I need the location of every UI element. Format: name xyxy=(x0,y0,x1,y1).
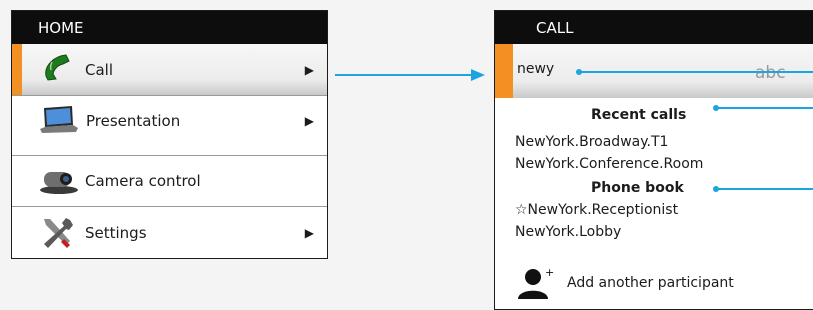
camera-icon xyxy=(38,166,80,200)
menu-item-camera-control[interactable]: Camera control xyxy=(12,156,327,206)
phonebook-entry[interactable]: ☆NewYork.Receptionist xyxy=(515,202,678,218)
add-participant-button[interactable]: + Add another participant xyxy=(515,266,795,302)
menu-label-camera-control: Camera control xyxy=(85,172,201,190)
selection-accent xyxy=(495,44,513,98)
svg-text:+: + xyxy=(545,266,554,279)
call-panel: CALL newy abc Recent calls NewYork.Broad… xyxy=(494,10,813,310)
call-title: CALL xyxy=(536,18,574,37)
call-header: CALL xyxy=(495,11,813,44)
home-header: HOME xyxy=(12,11,327,44)
menu-label-settings: Settings xyxy=(85,224,147,242)
recent-call-item[interactable]: NewYork.Broadway.T1 xyxy=(515,134,668,150)
submenu-arrow-icon: ▶ xyxy=(304,62,314,77)
menu-label-presentation: Presentation xyxy=(86,112,181,130)
callout-line xyxy=(716,107,813,109)
callout-line xyxy=(716,188,813,190)
phone-book-heading: Phone book xyxy=(591,180,684,196)
tools-icon xyxy=(40,217,74,253)
search-input[interactable]: newy xyxy=(517,61,554,77)
add-person-icon: + xyxy=(515,266,555,306)
submenu-arrow-icon: ▶ xyxy=(304,114,314,128)
recent-calls-heading: Recent calls xyxy=(591,107,687,123)
add-participant-label: Add another participant xyxy=(567,275,734,291)
submenu-arrow-icon: ▶ xyxy=(304,226,314,240)
menu-item-call[interactable]: Call ▶ xyxy=(12,44,327,95)
menu-item-presentation[interactable]: Presentation ▶ xyxy=(12,96,327,146)
menu-label-call: Call xyxy=(85,60,114,79)
menu-item-settings[interactable]: Settings ▶ xyxy=(12,207,327,259)
home-title: HOME xyxy=(38,18,84,37)
recent-call-item[interactable]: NewYork.Conference.Room xyxy=(515,156,703,172)
selection-accent xyxy=(12,44,22,95)
transition-arrow-icon xyxy=(335,69,485,81)
phonebook-entry[interactable]: NewYork.Lobby xyxy=(515,224,621,240)
callout-line xyxy=(579,71,813,73)
laptop-icon xyxy=(39,105,79,139)
home-panel: HOME Call ▶ Presentation ▶ Camera contro… xyxy=(11,10,328,259)
phone-icon xyxy=(42,52,76,86)
keyboard-mode-label: abc xyxy=(755,63,786,83)
